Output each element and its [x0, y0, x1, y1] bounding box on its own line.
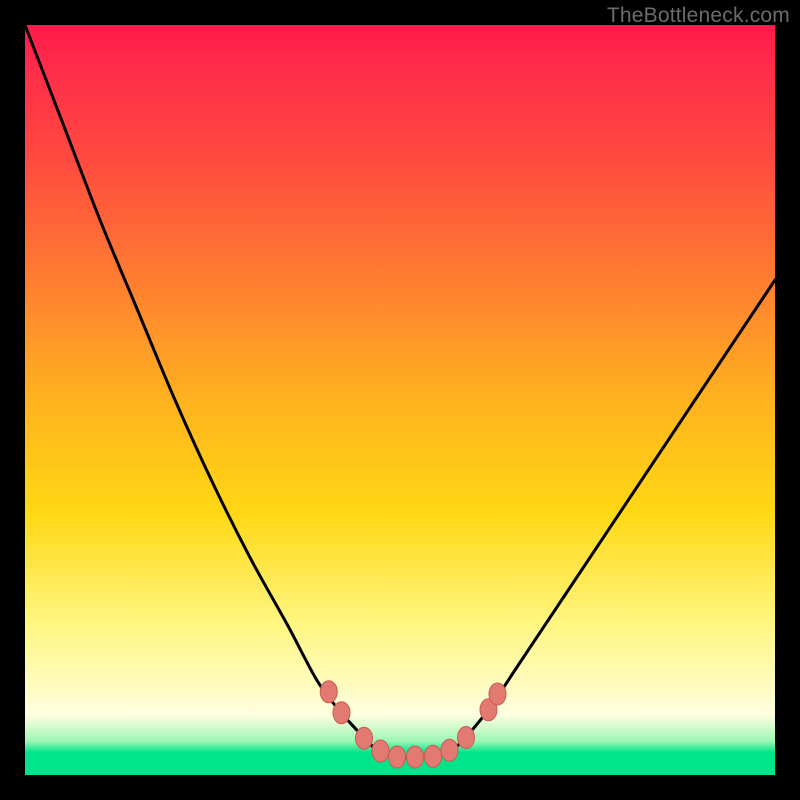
marker-dot	[425, 745, 442, 767]
chart-svg	[25, 25, 775, 775]
bottleneck-curve	[25, 25, 775, 758]
watermark-text: TheBottleneck.com	[607, 4, 790, 28]
marker-dot	[389, 746, 406, 768]
marker-dot	[372, 740, 389, 762]
marker-dot	[333, 702, 350, 724]
marker-dot	[458, 727, 475, 749]
marker-dot	[441, 739, 458, 761]
marker-dot	[407, 746, 424, 768]
marker-dot	[320, 681, 337, 703]
marker-dot	[356, 727, 373, 749]
plot-area	[25, 25, 775, 775]
marker-dot	[489, 683, 506, 705]
outer-frame: TheBottleneck.com	[0, 0, 800, 800]
